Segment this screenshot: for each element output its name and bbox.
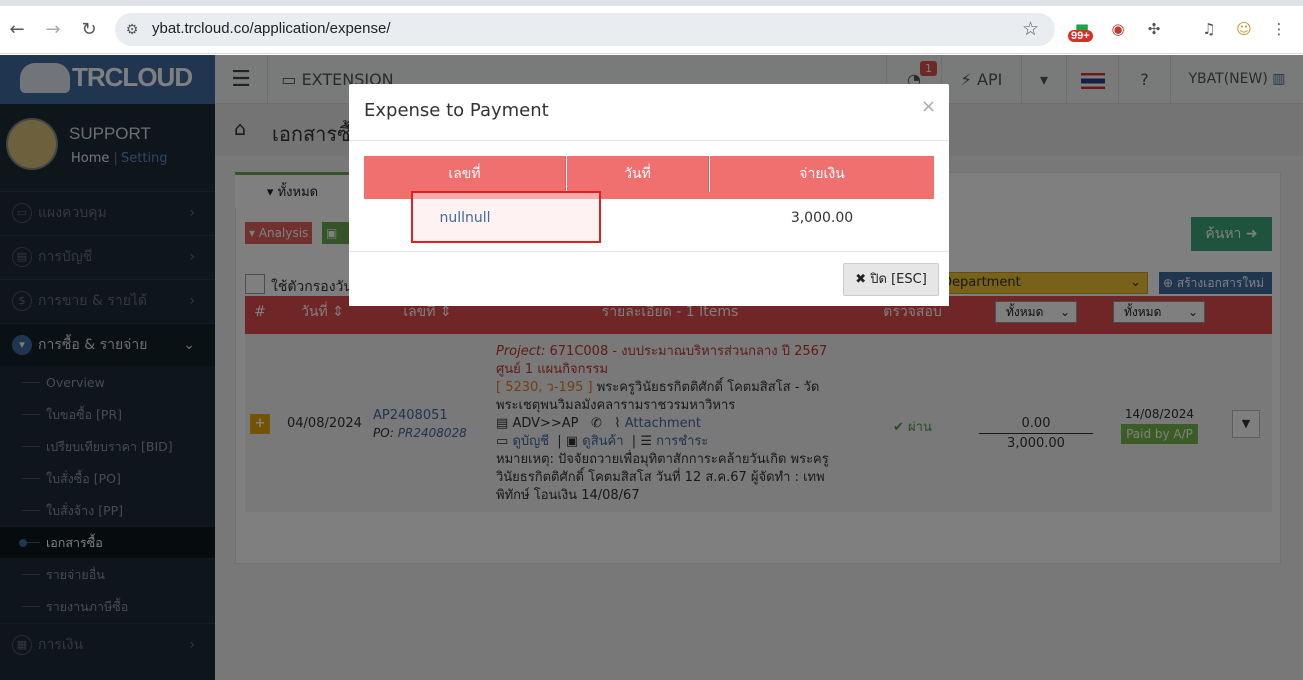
- modal-th-amount: จ่ายเงิน: [710, 156, 934, 192]
- modal-close-icon[interactable]: ×: [921, 96, 936, 117]
- modal-th-date: วันที่: [567, 156, 709, 192]
- modal-th-num: เลขที่: [364, 156, 566, 192]
- modal-divider: [349, 140, 949, 141]
- modal-row-num-link[interactable]: nullnull: [364, 200, 566, 238]
- modal-row-date: [567, 200, 709, 238]
- modal-close-button[interactable]: ✖ ปิด [ESC]: [843, 263, 939, 296]
- bookmark-star-icon[interactable]: ☆: [1022, 18, 1039, 40]
- extension-color-icon[interactable]: ◉: [1107, 18, 1129, 40]
- modal-row-amount: 3,000.00: [790, 210, 854, 226]
- close-icon: ✖: [855, 272, 867, 287]
- url-text[interactable]: ybat.trcloud.co/application/expense/: [152, 20, 390, 37]
- media-control-icon[interactable]: ♫: [1198, 18, 1220, 40]
- extensions-puzzle-icon[interactable]: ✣: [1143, 18, 1165, 40]
- close-button-label: ปิด [ESC]: [870, 272, 927, 287]
- browser-menu-icon[interactable]: ⋮: [1268, 18, 1290, 40]
- forward-icon[interactable]: →: [42, 19, 64, 41]
- back-icon[interactable]: ←: [6, 19, 28, 41]
- reload-icon[interactable]: ↻: [78, 19, 100, 41]
- tab-strip: [0, 0, 1303, 6]
- modal-title: Expense to Payment: [364, 100, 549, 121]
- site-settings-icon[interactable]: ⚙: [122, 20, 142, 40]
- extension-badge: 99+: [1068, 30, 1093, 42]
- profile-avatar-icon[interactable]: ☺: [1233, 18, 1255, 40]
